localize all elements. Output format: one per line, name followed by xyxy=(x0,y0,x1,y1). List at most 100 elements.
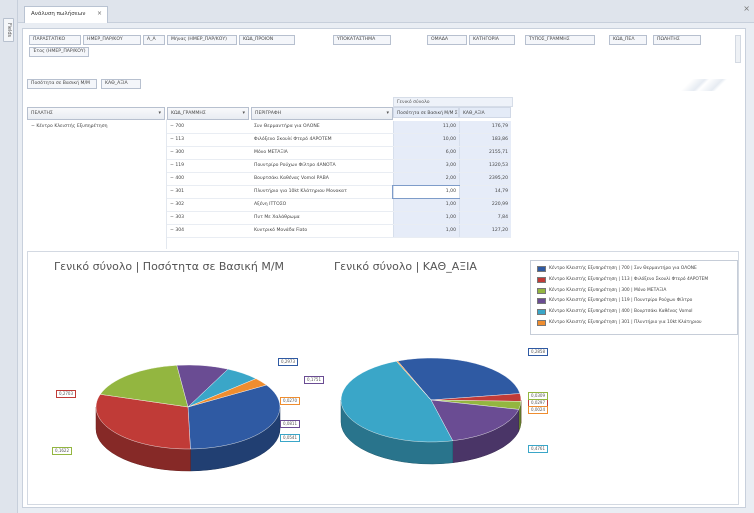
field-list-tab[interactable]: Fields xyxy=(3,18,14,42)
table-row[interactable]: − 300 Μόνο ΜΕΤΑΞΙΑ 6,00 2155,71 xyxy=(167,147,511,160)
line-code-cell: − 301 xyxy=(170,189,185,194)
tab-close-icon[interactable]: × xyxy=(97,7,102,21)
document-tabstrip: Ανάλυση πωλήσεων × × xyxy=(18,0,754,23)
row-header-line-code[interactable]: ΚΩΔ_ΓΡΑΜΜΗΣ ▾ xyxy=(167,107,249,120)
filter-field-chip[interactable]: ΚΑΤΗΓΟΡΙΑ xyxy=(469,35,515,45)
legend-item[interactable]: Κέντρο Κλειστής Εξυπηρέτηση | 113 | Φιλό… xyxy=(535,275,737,286)
line-code-cell: − 302 xyxy=(170,202,185,207)
legend-item[interactable]: Κέντρο Κλειστής Εξυπηρέτηση | 119 | Πουν… xyxy=(535,296,737,307)
sort-arrow-icon[interactable]: ▾ xyxy=(242,108,245,119)
pie-value-label: 0,4761 xyxy=(528,445,548,453)
description-cell: Αξένη ΙΤΤΟΣΟ xyxy=(254,202,287,207)
filter-field-chip[interactable]: ΥΠΟΚΑΤΑΣΤΗΜΑ xyxy=(333,35,391,45)
value-header-net-value[interactable]: ΚΑΘ_ΑΞΙΑ xyxy=(459,107,511,118)
legend-swatch xyxy=(537,298,546,305)
filter-field-chip[interactable]: ΠΩΛΗΤΗΣ xyxy=(653,35,701,45)
line-code-cell: − 303 xyxy=(170,215,185,220)
net-value-cell[interactable]: 220,99 xyxy=(459,199,511,211)
customer-row-label[interactable]: − Κέντρο Κλειστής Εξυπηρέτηση xyxy=(31,121,165,133)
quantity-cell[interactable]: 1,00 xyxy=(393,212,459,224)
quantity-cell[interactable]: 11,00 xyxy=(393,121,459,133)
legend-swatch xyxy=(537,276,546,283)
customer-name: Κέντρο Κλειστής Εξυπηρέτηση xyxy=(36,124,108,129)
legend-label: Κέντρο Κλειστής Εξυπηρέτηση | 119 | Πουν… xyxy=(549,298,693,304)
filter-field-chip[interactable]: Μήνας (ΗΜΕΡ_ΠΑΡ/ΚΟΥ) xyxy=(167,35,237,45)
description-cell: Βουρτσάκι Καθένας Vomol ΡΑΒΑ xyxy=(254,176,329,181)
legend-item[interactable]: Κέντρο Κλειστής Εξυπηρέτηση | 300 | Μόνο… xyxy=(535,286,737,297)
pie-value-label: 0,0024 xyxy=(528,406,548,414)
net-value-cell[interactable]: 183,86 xyxy=(459,134,511,146)
quantity-cell[interactable]: 2,00 xyxy=(393,173,459,185)
filter-field-chip[interactable]: ΚΩΔ_ΠΕΛ xyxy=(609,35,647,45)
table-row[interactable]: − 400 Βουρτσάκι Καθένας Vomol ΡΑΒΑ 2,00 … xyxy=(167,173,511,186)
table-row[interactable]: − 304 Κυντρικό Μονάδα Fiato 1,00 127,20 xyxy=(167,225,511,238)
pie-value-label: 0,1751 xyxy=(304,376,324,384)
net-value-cell[interactable]: 14,79 xyxy=(459,186,511,198)
net-value-cell[interactable]: 2395,20 xyxy=(459,173,511,185)
net-value-cell[interactable]: 1320,53 xyxy=(459,160,511,172)
pie-value-label: 0,0270 xyxy=(280,397,300,405)
table-row[interactable]: − 303 Πυτ Με Χαλάθρωμα 1,00 7,84 xyxy=(167,212,511,225)
column-area-placeholder xyxy=(395,81,545,89)
table-row[interactable]: − 113 Φιλόξενο Σκουλί Φτερό 4ΑΡΟΤΕΜ 10,0… xyxy=(167,134,511,147)
value-header-quantity[interactable]: Ποσότητα σε Βασική Μ/Μ Σ xyxy=(393,107,459,118)
legend-label: Κέντρο Κλειστής Εξυπηρέτηση | 700 | Συν … xyxy=(549,266,697,271)
filter-field-chip[interactable]: Έτος (ΗΜΕΡ_ΠΑΡ/ΚΟΥ) xyxy=(29,47,89,57)
data-field-chip[interactable]: ΚΑΘ_ΑΞΙΑ xyxy=(101,79,141,89)
line-code-cell: − 700 xyxy=(170,124,185,129)
filter-field-chip[interactable]: ΤΥΠΟΣ_ΓΡΑΜΜΗΣ xyxy=(525,35,595,45)
window-close-icon[interactable]: × xyxy=(743,4,750,13)
quantity-cell[interactable]: 1,00 xyxy=(392,185,460,199)
net-value-cell[interactable]: 2155,71 xyxy=(459,147,511,159)
line-code-cell: − 113 xyxy=(170,137,185,142)
quantity-cell[interactable]: 1,00 xyxy=(393,225,459,237)
customer-column xyxy=(27,119,167,249)
table-row[interactable]: − 700 Συν Θερμαντήρα για ΟΛΟΝΕ 11,00 176… xyxy=(167,121,511,134)
net-value-cell[interactable]: 176,79 xyxy=(459,121,511,133)
pivot-grid: Ποσότητα σε Βασική Μ/Μ ΚΑΘ_ΑΞΙΑ ΠΕΛΑΤΗΣ … xyxy=(27,79,733,267)
legend-swatch xyxy=(537,287,546,294)
legend-label: Κέντρο Κλειστής Εξυπηρέτηση | 400 | Βουρ… xyxy=(549,309,693,315)
row-header-label: ΚΩΔ_ΓΡΑΜΜΗΣ xyxy=(171,111,206,116)
filter-field-chip[interactable]: ΠΑΡΑΣΤΑΤΙΚΟ xyxy=(29,35,81,45)
quantity-cell[interactable]: 1,00 xyxy=(393,199,459,211)
row-header-label: ΠΕΛΑΤΗΣ xyxy=(31,111,53,116)
filter-field-chip[interactable]: ΚΩΔ_ΠΡΟΙΟΝ xyxy=(239,35,295,45)
filter-area-scrollbar[interactable] xyxy=(735,35,741,63)
app-window: Fields Ανάλυση πωλήσεων × × ΠΑΡΑΣΤΑΤΙΚΟ … xyxy=(0,0,754,513)
chart-legend: Κέντρο Κλειστής Εξυπηρέτηση | 700 | Συν … xyxy=(530,260,738,335)
pie-value-label: 0,2703 xyxy=(56,390,76,398)
row-header-label: ΠΕΡΙΓΡΑΦΗ xyxy=(255,111,282,116)
legend-item[interactable]: Κέντρο Κλειστής Εξυπηρέτηση | 400 | Βουρ… xyxy=(535,307,737,318)
table-row[interactable]: − 119 Πουντρίρο Ρούχων Φίλτρο 4ΑΝΟΤΑ 3,0… xyxy=(167,160,511,173)
filter-field-area: ΠΑΡΑΣΤΑΤΙΚΟ ΗΜΕΡ_ΠΑΡ/ΚΟΥ Α_Α Μήνας (ΗΜΕΡ… xyxy=(25,35,735,63)
sort-arrow-icon[interactable]: ▾ xyxy=(386,108,389,119)
quantity-cell[interactable]: 3,00 xyxy=(393,160,459,172)
left-rail: Fields xyxy=(0,0,18,513)
column-grand-total-header: Γενικό σύνολο xyxy=(393,97,513,107)
document-tab-label: Ανάλυση πωλήσεων xyxy=(31,11,86,17)
legend-item[interactable]: Κέντρο Κλειστής Εξυπηρέτηση | 301 | Πλυν… xyxy=(535,318,737,329)
line-code-cell: − 304 xyxy=(170,228,185,233)
filter-field-chip[interactable]: Α_Α xyxy=(143,35,165,45)
table-row-selected[interactable]: − 301 Πλυντήριο για 10kt Κλάτηριου Μονοκ… xyxy=(167,185,511,199)
pie-value-label: 0,0811 xyxy=(280,420,300,428)
quantity-cell[interactable]: 6,00 xyxy=(393,147,459,159)
chart-area: Γενικό σύνολο | Ποσότητα σε Βασική Μ/Μ Γ… xyxy=(27,251,739,505)
net-value-cell[interactable]: 7,84 xyxy=(459,212,511,224)
legend-item[interactable]: Κέντρο Κλειστής Εξυπηρέτηση | 700 | Συν … xyxy=(535,264,737,275)
pie-value-label: 0,2973 xyxy=(278,358,298,366)
quantity-cell[interactable]: 10,00 xyxy=(393,134,459,146)
sort-arrow-icon[interactable]: ▾ xyxy=(158,108,161,119)
description-cell: Συν Θερμαντήρα για ΟΛΟΝΕ xyxy=(254,124,320,129)
document-tab[interactable]: Ανάλυση πωλήσεων × xyxy=(24,6,108,23)
legend-label: Κέντρο Κλειστής Εξυπηρέτηση | 301 | Πλυν… xyxy=(549,319,702,325)
pie-value-label: 0,2858 xyxy=(528,348,548,356)
data-field-chip[interactable]: Ποσότητα σε Βασική Μ/Μ xyxy=(27,79,97,89)
filter-field-chip[interactable]: ΟΜΑΔΑ xyxy=(427,35,467,45)
table-row[interactable]: − 302 Αξένη ΙΤΤΟΣΟ 1,00 220,99 xyxy=(167,199,511,212)
description-cell: Πουντρίρο Ρούχων Φίλτρο 4ΑΝΟΤΑ xyxy=(254,163,336,168)
filter-field-chip[interactable]: ΗΜΕΡ_ΠΑΡ/ΚΟΥ xyxy=(83,35,141,45)
net-value-cell[interactable]: 127,20 xyxy=(459,225,511,237)
row-header-description[interactable]: ΠΕΡΙΓΡΑΦΗ ▾ xyxy=(251,107,393,120)
